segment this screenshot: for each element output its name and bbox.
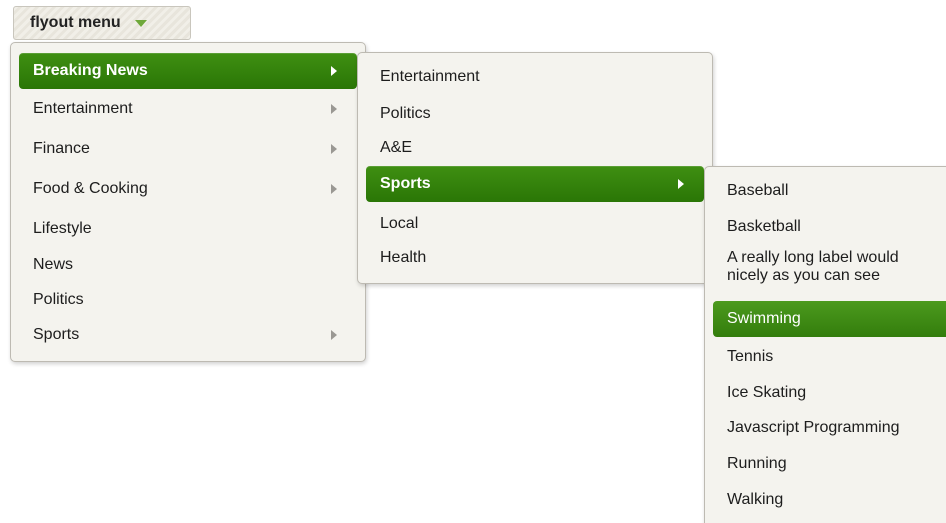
flyout-menu-button[interactable]: flyout menu [13,6,191,40]
submenu-item-running[interactable]: Running [713,446,946,482]
menu-item-lifestyle[interactable]: Lifestyle [19,211,357,247]
menu-item-label: Javascript Programming [727,419,900,437]
chevron-right-icon [331,144,337,154]
menu-item-label: Swimming [727,310,801,328]
chevron-right-icon [331,66,337,76]
menu-item-label: Food & Cooking [33,180,148,198]
menu-item-news[interactable]: News [19,247,357,283]
menu-item-label-line-2: nicely as you can see [727,267,880,284]
menu-item-breaking-news[interactable]: Breaking News [19,53,357,89]
chevron-right-icon [678,179,684,189]
menu-item-label: Sports [380,175,431,193]
submenu-item-javascript-programming[interactable]: Javascript Programming [713,410,946,446]
menu-item-label: A&E [380,139,413,157]
menu-item-label: A really long label would nicely as you … [727,249,899,284]
chevron-right-icon [331,330,337,340]
submenu-item-tennis[interactable]: Tennis [713,339,946,375]
menu-item-label: News [33,256,74,274]
submenu-item-local[interactable]: Local [366,206,704,242]
menu-item-label: Lifestyle [33,220,92,238]
submenu-item-politics[interactable]: Politics [366,96,704,132]
menu-item-label: Breaking News [33,62,148,80]
menu-item-label: Baseball [727,182,789,200]
submenu-item-walking[interactable]: Walking [713,482,946,518]
menu-item-label: Running [727,455,787,473]
menu-level-3: Baseball Basketball A really long label … [704,166,946,523]
submenu-item-entertainment[interactable]: Entertainment [366,59,704,95]
chevron-right-icon [331,184,337,194]
menu-item-label: Politics [33,291,84,309]
flyout-menu-demo: flyout menu Breaking News Entertainment … [0,0,946,523]
menu-item-label: Basketball [727,218,801,236]
submenu-item-long-label[interactable]: A really long label would nicely as you … [713,245,946,289]
menu-item-label: Sports [33,326,80,344]
menu-item-label: Entertainment [380,68,480,86]
menu-item-entertainment[interactable]: Entertainment [19,91,357,127]
submenu-item-ae[interactable]: A&E [366,130,704,166]
flyout-menu-button-label: flyout menu [30,14,121,31]
menu-item-food-cooking[interactable]: Food & Cooking [19,171,357,207]
submenu-item-basketball[interactable]: Basketball [713,209,946,245]
menu-item-label: Walking [727,491,784,509]
menu-item-label-line-1: A really long label would [727,249,899,267]
menu-item-label: Finance [33,140,90,158]
menu-item-finance[interactable]: Finance [19,131,357,167]
menu-item-label: Local [380,215,419,233]
submenu-item-swimming[interactable]: Swimming [713,301,946,337]
submenu-item-ice-skating[interactable]: Ice Skating [713,375,946,411]
submenu-item-baseball[interactable]: Baseball [713,173,946,209]
submenu-item-health[interactable]: Health [366,240,704,276]
menu-item-sports[interactable]: Sports [19,317,357,353]
menu-item-label: Health [380,249,427,267]
caret-down-icon [134,19,147,27]
menu-item-label: Ice Skating [727,384,807,402]
submenu-item-sports[interactable]: Sports [366,166,704,202]
menu-item-politics[interactable]: Politics [19,282,357,318]
menu-level-1: Breaking News Entertainment Finance Food… [10,42,366,362]
menu-item-label: Tennis [727,348,774,366]
menu-item-label: Politics [380,105,431,123]
menu-item-label: Entertainment [33,100,133,118]
chevron-right-icon [331,104,337,114]
menu-level-2: Entertainment Politics A&E Sports Local … [357,52,713,284]
